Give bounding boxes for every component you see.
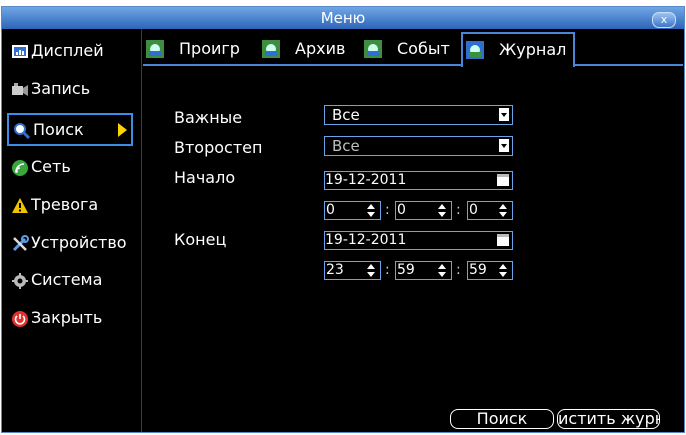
secondary-select[interactable]: Все (324, 136, 513, 156)
end-hour-value: 23 (326, 262, 344, 278)
search-icon (14, 123, 31, 140)
sidebar-item-label: Дисплей (31, 41, 104, 60)
title-bar: Меню x (2, 7, 684, 29)
time-separator: : (385, 202, 390, 218)
log-icon (466, 41, 484, 59)
time-separator: : (456, 262, 461, 278)
end-date-value: 19-12-2011 (325, 232, 407, 248)
sidebar-item-label: Сеть (31, 157, 71, 176)
start-date-value: 19-12-2011 (325, 172, 407, 188)
menu-window: Меню x Дисплей Запись Поиск Сеть Тревога… (1, 6, 685, 433)
tab-log[interactable]: Журнал (461, 32, 575, 67)
sidebar-item-label: Устройство (31, 233, 127, 252)
start-minute-value: 0 (397, 202, 406, 218)
tab-archive[interactable]: Архив (259, 35, 349, 64)
sidebar-item-label: Закрыть (31, 308, 103, 327)
power-icon (12, 311, 28, 327)
tab-playback[interactable]: Проигр (143, 35, 243, 64)
start-date-field[interactable]: 19-12-2011 (324, 171, 513, 190)
record-icon (12, 83, 28, 96)
up-down-icon[interactable] (366, 204, 377, 217)
up-down-icon[interactable] (498, 264, 509, 277)
start-label: Начало (174, 168, 236, 187)
sidebar-item-system[interactable]: Система (7, 265, 133, 295)
sidebar-item-label: Система (31, 270, 103, 289)
up-down-icon[interactable] (437, 264, 448, 277)
end-minute-value: 59 (397, 262, 415, 278)
tab-label: Архив (295, 39, 346, 58)
chevron-down-icon (499, 108, 509, 121)
important-label: Важные (174, 108, 243, 127)
up-down-icon[interactable] (366, 264, 377, 277)
system-icon (12, 273, 28, 289)
tab-label: Проигр (179, 39, 240, 58)
tab-label: Журнал (499, 40, 567, 59)
playback-icon (146, 40, 164, 58)
sidebar-item-close[interactable]: Закрыть (7, 303, 133, 333)
secondary-label: Второстеп (174, 138, 263, 157)
tab-label: Событ (397, 39, 450, 58)
end-second-spinner[interactable]: 59 (467, 261, 513, 280)
device-icon (12, 235, 29, 252)
sidebar-item-label: Поиск (33, 120, 84, 139)
tab-bar: Проигр Архив Событ Журнал (143, 32, 683, 67)
sidebar-item-alarm[interactable]: Тревога (7, 190, 133, 220)
sidebar-item-network[interactable]: Сеть (7, 152, 133, 182)
sidebar-item-device[interactable]: Устройство (7, 228, 133, 258)
alarm-icon (12, 198, 28, 213)
event-icon (364, 40, 382, 58)
sidebar-item-record[interactable]: Запись (7, 74, 133, 104)
up-down-icon[interactable] (437, 204, 448, 217)
window-title: Меню (320, 9, 366, 27)
start-hour-spinner[interactable]: 0 (324, 201, 381, 220)
end-hour-spinner[interactable]: 23 (324, 261, 381, 280)
selected-arrow-icon (118, 123, 127, 137)
sidebar-item-label: Тревога (31, 195, 99, 214)
up-down-icon[interactable] (498, 204, 509, 217)
start-minute-spinner[interactable]: 0 (395, 201, 452, 220)
network-icon (12, 160, 28, 176)
clear-log-button[interactable]: истить журн (557, 409, 660, 429)
display-icon (12, 45, 28, 58)
sidebar-item-display[interactable]: Дисплей (7, 36, 133, 66)
search-button[interactable]: Поиск (450, 409, 554, 429)
calendar-icon[interactable] (497, 174, 509, 186)
important-value: Все (332, 106, 360, 124)
time-separator: : (456, 202, 461, 218)
sidebar-item-search[interactable]: Поиск (7, 113, 133, 146)
sidebar-item-label: Запись (31, 79, 91, 98)
secondary-value: Все (332, 137, 360, 155)
sidebar: Дисплей Запись Поиск Сеть Тревога Устрой… (2, 29, 142, 432)
end-second-value: 59 (469, 262, 487, 278)
tab-events[interactable]: Событ (361, 35, 457, 64)
start-second-value: 0 (469, 202, 478, 218)
end-minute-spinner[interactable]: 59 (395, 261, 452, 280)
archive-icon (262, 40, 280, 58)
chevron-down-icon (499, 139, 509, 152)
close-button[interactable]: x (652, 12, 676, 28)
start-hour-value: 0 (326, 202, 335, 218)
end-date-field[interactable]: 19-12-2011 (324, 231, 513, 250)
end-label: Конец (174, 230, 227, 249)
important-select[interactable]: Все (324, 105, 513, 125)
start-second-spinner[interactable]: 0 (467, 201, 513, 220)
calendar-icon[interactable] (497, 234, 509, 246)
time-separator: : (385, 262, 390, 278)
